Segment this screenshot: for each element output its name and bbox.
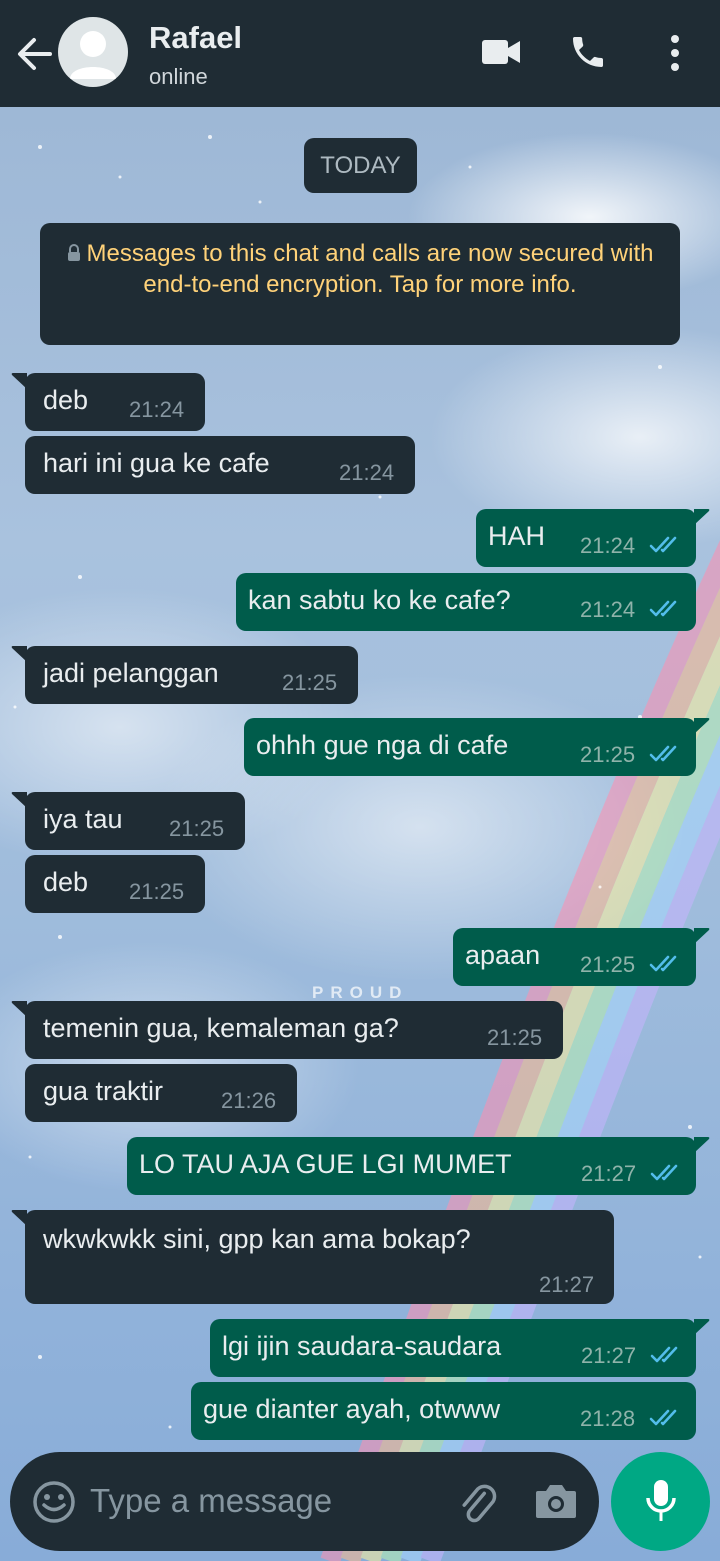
outgoing-message[interactable]: LO TAU AJA GUE LGI MUMET 21:27 [127, 1137, 710, 1195]
message-time: 21:27 [539, 1272, 595, 1297]
message-text: hari ini gua ke cafe [43, 448, 270, 478]
message-text: LO TAU AJA GUE LGI MUMET [139, 1149, 512, 1179]
message-time: 21:27 [581, 1161, 637, 1186]
bubble-tail [11, 792, 27, 808]
message-text: jadi pelanggan [43, 658, 219, 688]
incoming-message[interactable]: wkwkwkk sini, gpp kan ama bokap? 21:27 [11, 1210, 614, 1304]
voice-record-button[interactable] [611, 1452, 710, 1551]
message-text: wkwkwkk sini, gpp kan ama bokap? [43, 1224, 471, 1254]
read-receipt-icon [649, 955, 677, 972]
message-composer[interactable]: Type a message [10, 1452, 599, 1551]
message-time: 21:25 [487, 1025, 543, 1050]
incoming-message[interactable]: deb 21:24 [11, 373, 205, 431]
read-receipt-icon [649, 536, 677, 553]
message-time: 21:25 [580, 952, 636, 977]
message-time: 21:24 [580, 533, 636, 558]
phone-icon[interactable] [568, 32, 608, 72]
incoming-message[interactable]: iya tau 21:25 [11, 792, 245, 850]
bubble-tail [694, 509, 710, 525]
video-call-icon[interactable] [481, 38, 521, 66]
outgoing-message[interactable]: lgi ijin saudara-saudara 21:27 [210, 1319, 710, 1377]
contact-status: online [149, 64, 208, 89]
incoming-message[interactable]: jadi pelanggan 21:25 [11, 646, 358, 704]
emoji-icon[interactable] [32, 1480, 76, 1524]
message-text: deb [43, 867, 89, 897]
message-time: 21:24 [580, 597, 636, 622]
message-text: apaan [465, 940, 541, 970]
avatar[interactable] [58, 17, 128, 87]
message-time: 21:24 [129, 397, 185, 422]
outgoing-message[interactable]: gue dianter ayah, otwww 21:28 [191, 1382, 696, 1440]
message-text: gua traktir [43, 1076, 164, 1106]
message-text: kan sabtu ko ke cafe? [248, 585, 511, 615]
bubble-tail [11, 646, 27, 662]
outgoing-message[interactable]: apaan 21:25 [453, 928, 710, 986]
message-text: temenin gua, kemaleman ga? [43, 1013, 399, 1043]
message-time: 21:28 [580, 1406, 636, 1431]
wallpaper-text: PROUD [312, 983, 409, 1002]
back-arrow-icon[interactable] [14, 34, 54, 74]
incoming-message[interactable]: hari ini gua ke cafe 21:24 [25, 436, 415, 494]
date-divider: TODAY [304, 138, 417, 193]
read-receipt-icon [649, 745, 677, 762]
bubble-tail [694, 928, 710, 944]
bubble-tail [11, 373, 27, 389]
avatar-placeholder-icon [70, 31, 116, 79]
bubble-tail [694, 1319, 710, 1335]
read-receipt-icon [649, 600, 677, 617]
outgoing-message[interactable]: HAH 21:24 [476, 509, 710, 567]
message-text: iya tau [43, 804, 123, 834]
message-text: lgi ijin saudara-saudara [222, 1331, 502, 1361]
message-text: deb [43, 385, 89, 415]
attach-icon[interactable] [455, 1480, 499, 1524]
encryption-notice[interactable]: Messages to this chat and calls are now … [40, 223, 680, 345]
message-text: gue dianter ayah, otwww [203, 1394, 501, 1424]
message-time: 21:25 [282, 670, 338, 695]
message-text: ohhh gue nga di cafe [256, 730, 509, 760]
more-vert-icon[interactable] [668, 34, 682, 72]
camera-icon[interactable] [534, 1482, 578, 1520]
incoming-message[interactable]: temenin gua, kemaleman ga? 21:25 [11, 1001, 563, 1059]
read-receipt-icon [650, 1164, 678, 1181]
outgoing-message[interactable]: kan sabtu ko ke cafe? 21:24 [236, 573, 696, 631]
bubble-tail [11, 1210, 27, 1226]
contact-name[interactable]: Rafael [149, 20, 242, 56]
read-receipt-icon [649, 1409, 677, 1426]
bubble-tail [694, 718, 710, 734]
read-receipt-icon [650, 1346, 678, 1363]
message-time: 21:26 [221, 1088, 277, 1113]
outgoing-message[interactable]: ohhh gue nga di cafe 21:25 [244, 718, 710, 776]
message-time: 21:27 [581, 1343, 637, 1368]
message-text: HAH [488, 521, 546, 551]
bubble-tail [694, 1137, 710, 1153]
chat-header: Rafael online [0, 0, 720, 107]
incoming-message[interactable]: gua traktir 21:26 [25, 1064, 297, 1122]
encryption-notice-text: Messages to this chat and calls are now … [86, 240, 654, 298]
message-input[interactable]: Type a message [90, 1482, 332, 1520]
lock-icon [67, 244, 80, 261]
message-time: 21:24 [339, 460, 395, 485]
message-time: 21:25 [580, 742, 636, 767]
incoming-message[interactable]: deb 21:25 [25, 855, 205, 913]
message-time: 21:25 [129, 879, 185, 904]
message-time: 21:25 [169, 816, 225, 841]
mic-icon [646, 1480, 676, 1521]
bubble-tail [11, 1001, 27, 1017]
